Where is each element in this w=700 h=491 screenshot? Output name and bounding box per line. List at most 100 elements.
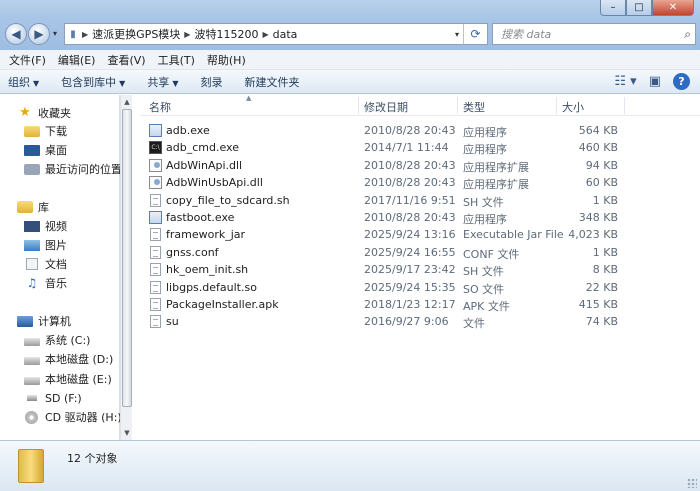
search-placeholder: 搜索 data bbox=[501, 28, 552, 41]
organize-label: 组织 bbox=[8, 75, 30, 89]
include-in-library-button[interactable]: 包含到库中 ▼ bbox=[61, 74, 125, 90]
chevron-down-icon: ▼ bbox=[119, 78, 126, 88]
sidebar-item-pictures[interactable]: 图片 bbox=[24, 236, 67, 254]
sidebar-scrollbar[interactable]: ▲ ▼ bbox=[120, 95, 132, 440]
file-row[interactable]: AdbWinUsbApi.dll 2010/8/28 20:43 应用程序扩展 60 … bbox=[140, 174, 700, 191]
file-row[interactable]: su 2016/9/27 9:06 文件 74 KB bbox=[140, 313, 700, 330]
file-name: AdbWinApi.dll bbox=[166, 158, 243, 172]
refresh-button[interactable]: ⟳ bbox=[463, 24, 487, 44]
file-name: AdbWinUsbApi.dll bbox=[166, 176, 263, 190]
file-row[interactable]: hk_oem_init.sh 2025/9/17 23:42 SH 文件 8 KB bbox=[140, 261, 700, 278]
file-row[interactable]: framework_jar 2025/9/24 13:16 Executable J… bbox=[140, 226, 700, 243]
file-row[interactable]: PackageInstaller.apk 2018/1/23 12:17 APK 文… bbox=[140, 296, 700, 313]
scrollbar-thumb[interactable] bbox=[122, 109, 132, 407]
file-name: gnss.conf bbox=[166, 245, 219, 259]
menu-help[interactable]: 帮助(H) bbox=[202, 52, 251, 68]
sidebar-item-computer[interactable]: 计算机 bbox=[17, 312, 71, 330]
sidebar-label: 文档 bbox=[45, 258, 67, 271]
minimize-button[interactable]: – bbox=[600, 0, 626, 16]
sidebar-item-cd-drive[interactable]: CD 驱动器 (H:) bbox=[24, 408, 122, 426]
chevron-down-icon: ▼ bbox=[172, 78, 179, 88]
sidebar-item-desktop[interactable]: 桌面 bbox=[24, 141, 67, 159]
share-button[interactable]: 共享 ▼ bbox=[147, 74, 178, 90]
scroll-up-arrow-icon[interactable]: ▲ bbox=[121, 96, 133, 108]
chevron-right-icon[interactable]: ▶ bbox=[183, 30, 191, 39]
maximize-button[interactable]: □ bbox=[626, 0, 652, 16]
menu-view[interactable]: 查看(V) bbox=[102, 52, 150, 68]
help-icon[interactable]: ? bbox=[673, 73, 690, 90]
file-row[interactable]: copy_file_to_sdcard.sh 2017/11/16 9:51 SH … bbox=[140, 192, 700, 209]
preview-pane-icon[interactable]: ▣ bbox=[649, 74, 661, 89]
sidebar-label: CD 驱动器 (H:) bbox=[45, 411, 122, 424]
chevron-down-icon: ▼ bbox=[33, 78, 40, 88]
video-icon bbox=[24, 220, 40, 232]
sidebar-item-music[interactable]: ♫ 音乐 bbox=[24, 274, 67, 292]
chevron-right-icon[interactable]: ▶ bbox=[261, 30, 269, 39]
hard-drive-icon bbox=[24, 376, 40, 385]
breadcrumb-item[interactable]: 速派更换GPS模块 bbox=[89, 26, 183, 42]
recent-pages-dropdown-icon[interactable]: ▾ bbox=[53, 29, 57, 38]
breadcrumb-item[interactable]: 波特115200 bbox=[191, 26, 261, 42]
sd-card-icon bbox=[27, 395, 37, 401]
column-header-size[interactable]: 大小 bbox=[562, 99, 584, 115]
sidebar-item-drive-d[interactable]: 本地磁盘 (D:) bbox=[24, 350, 113, 368]
file-list: adb.exe 2010/8/28 20:43 应用程序 564 KB C:\ adb_… bbox=[140, 122, 700, 331]
sidebar-item-favorites[interactable]: ★ 收藏夹 bbox=[17, 104, 71, 122]
chevron-right-icon[interactable]: ▶ bbox=[81, 30, 89, 39]
search-icon[interactable]: ⌕ bbox=[684, 27, 691, 42]
file-type: 应用程序 bbox=[463, 143, 507, 157]
sidebar-item-videos[interactable]: 视频 bbox=[24, 217, 67, 235]
search-input[interactable]: 搜索 data ⌕ bbox=[492, 23, 696, 45]
column-divider[interactable] bbox=[556, 97, 557, 114]
sidebar-item-drive-c[interactable]: 系统 (C:) bbox=[24, 331, 90, 349]
hard-drive-icon bbox=[24, 337, 40, 346]
sidebar-item-drive-e[interactable]: 本地磁盘 (E:) bbox=[24, 370, 112, 388]
file-type: SO 文件 bbox=[463, 282, 505, 296]
organize-button[interactable]: 组织 ▼ bbox=[8, 74, 39, 90]
sidebar-item-downloads[interactable]: 下载 bbox=[24, 122, 67, 140]
column-header-date[interactable]: 修改日期 bbox=[364, 99, 408, 115]
file-name: libgps.default.so bbox=[166, 280, 257, 294]
sidebar-item-recent-places[interactable]: 最近访问的位置 bbox=[24, 160, 122, 178]
resize-grip-icon[interactable] bbox=[687, 478, 697, 488]
file-name: su bbox=[166, 315, 179, 329]
navigation-pane: ★ 收藏夹 下载 桌面 最近访问的位置 库 视频 图片 文档 ♫ 音乐 计算机 系统… bbox=[0, 95, 122, 440]
file-row[interactable]: fastboot.exe 2010/8/28 20:43 应用程序 348 KB bbox=[140, 209, 700, 226]
column-header-name[interactable]: 名称 bbox=[149, 99, 171, 115]
sidebar-item-sd-card[interactable]: SD (F:) bbox=[24, 389, 82, 407]
sort-ascending-icon: ▲ bbox=[246, 94, 252, 102]
column-divider[interactable] bbox=[457, 97, 458, 114]
close-button[interactable]: ✕ bbox=[652, 0, 694, 16]
new-folder-button[interactable]: 新建文件夹 bbox=[244, 74, 299, 90]
file-row[interactable]: AdbWinApi.dll 2010/8/28 20:43 应用程序扩展 94 KB bbox=[140, 157, 700, 174]
file-icon bbox=[150, 280, 161, 294]
address-dropdown-icon[interactable]: ▾ bbox=[455, 30, 459, 39]
menu-edit[interactable]: 编辑(E) bbox=[53, 52, 101, 68]
file-row[interactable]: adb.exe 2010/8/28 20:43 应用程序 564 KB bbox=[140, 122, 700, 139]
column-divider[interactable] bbox=[624, 97, 625, 114]
sidebar-item-libraries[interactable]: 库 bbox=[17, 198, 49, 216]
menu-file[interactable]: 文件(F) bbox=[4, 52, 51, 68]
breadcrumb-item[interactable]: data bbox=[270, 28, 301, 41]
burn-button[interactable]: 刻录 bbox=[200, 74, 222, 90]
forward-button[interactable]: ▶ bbox=[28, 23, 50, 45]
column-divider[interactable] bbox=[358, 97, 359, 114]
file-row[interactable]: libgps.default.so 2025/9/24 15:35 SO 文件 22 … bbox=[140, 279, 700, 296]
file-size: 22 KB bbox=[585, 280, 618, 294]
star-icon: ★ bbox=[19, 105, 31, 120]
menu-tools[interactable]: 工具(T) bbox=[153, 52, 200, 68]
file-name: copy_file_to_sdcard.sh bbox=[166, 193, 290, 207]
file-date: 2018/1/23 12:17 bbox=[364, 297, 456, 311]
sidebar-label: 音乐 bbox=[45, 277, 67, 290]
column-header-type[interactable]: 类型 bbox=[463, 99, 485, 115]
scroll-down-arrow-icon[interactable]: ▼ bbox=[121, 427, 133, 439]
exe-icon bbox=[149, 210, 162, 224]
address-bar[interactable]: ▮ ▶ 速派更换GPS模块 ▶ 波特115200 ▶ data ▾ ⟳ bbox=[64, 23, 488, 45]
view-options-icon[interactable]: ☷ ▾ bbox=[614, 74, 636, 89]
back-button[interactable]: ◀ bbox=[5, 23, 27, 45]
computer-icon bbox=[17, 315, 33, 327]
sidebar-item-documents[interactable]: 文档 bbox=[24, 255, 67, 273]
file-row[interactable]: C:\ adb_cmd.exe 2014/7/1 11:44 应用程序 460 KB bbox=[140, 139, 700, 156]
desktop-icon bbox=[24, 144, 40, 156]
file-row[interactable]: gnss.conf 2025/9/24 16:55 CONF 文件 1 KB bbox=[140, 244, 700, 261]
